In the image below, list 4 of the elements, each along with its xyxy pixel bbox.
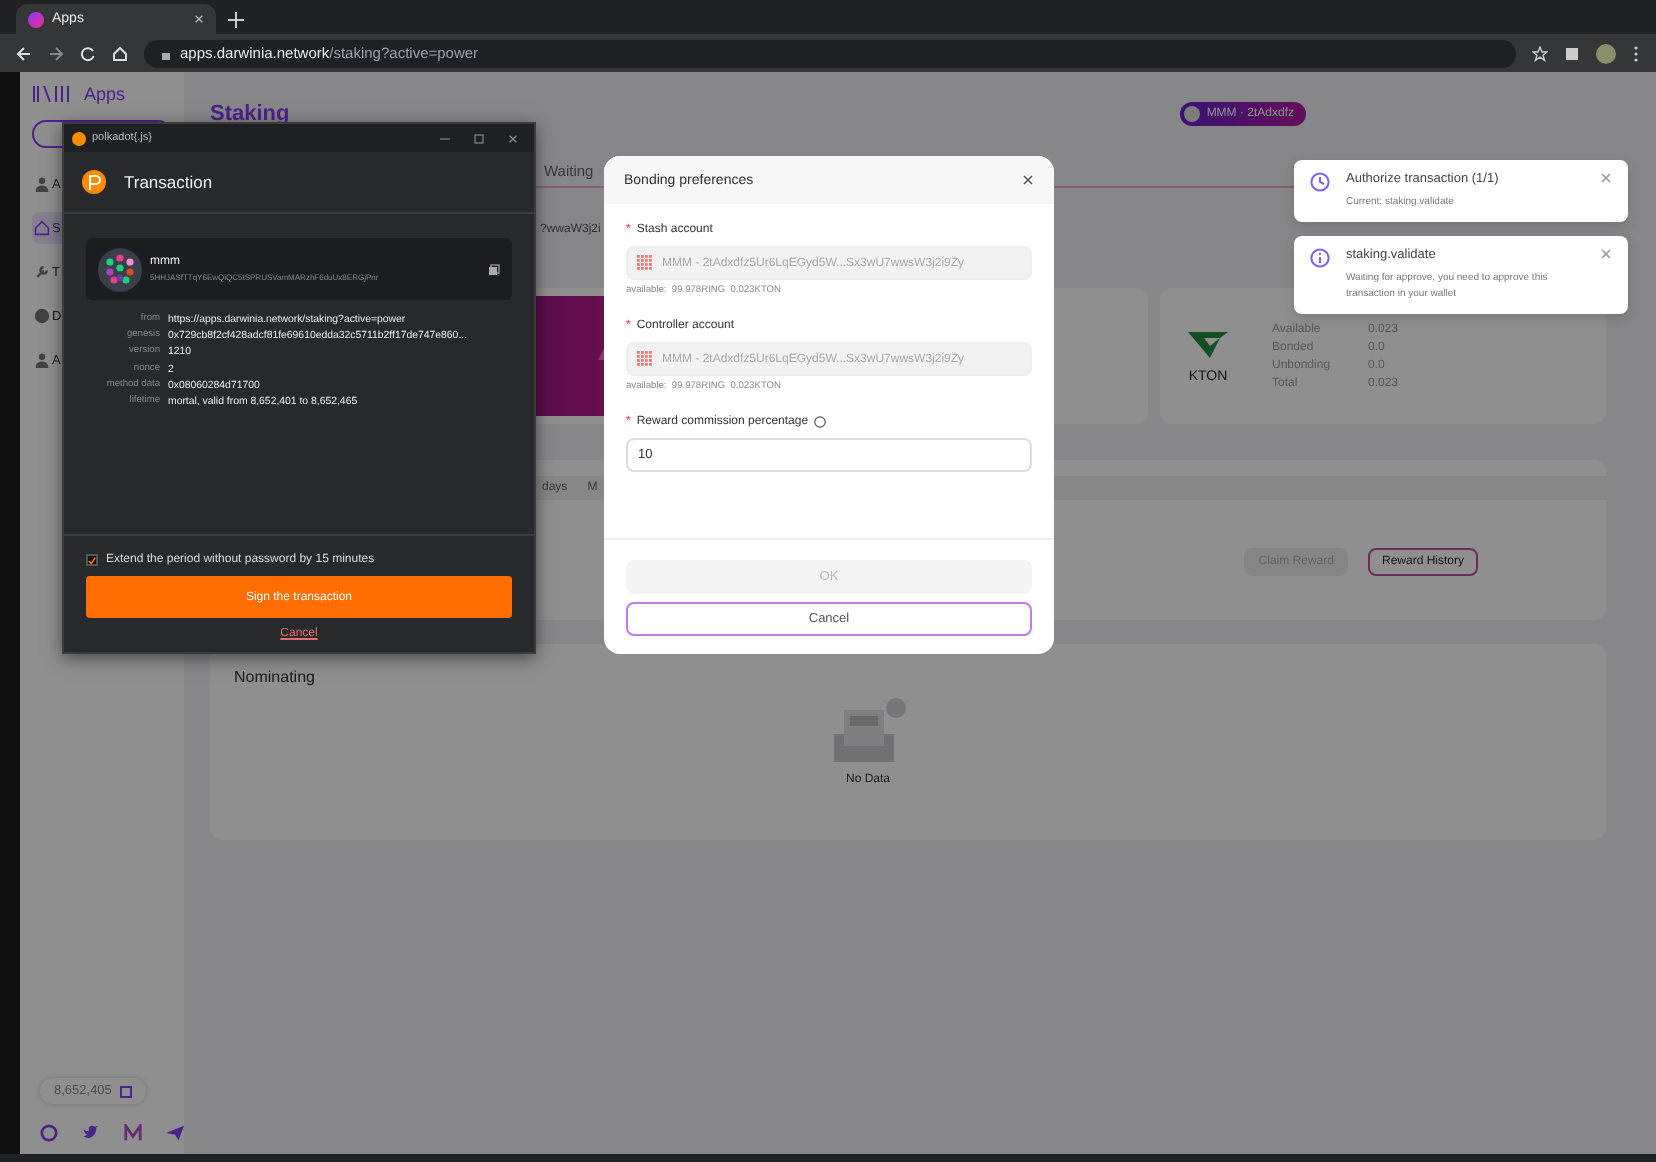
dialog-heading: Transaction bbox=[124, 172, 213, 192]
page-title: Staking bbox=[210, 102, 290, 126]
app-name: Apps bbox=[84, 84, 126, 104]
card-title: Nominating bbox=[234, 668, 317, 686]
